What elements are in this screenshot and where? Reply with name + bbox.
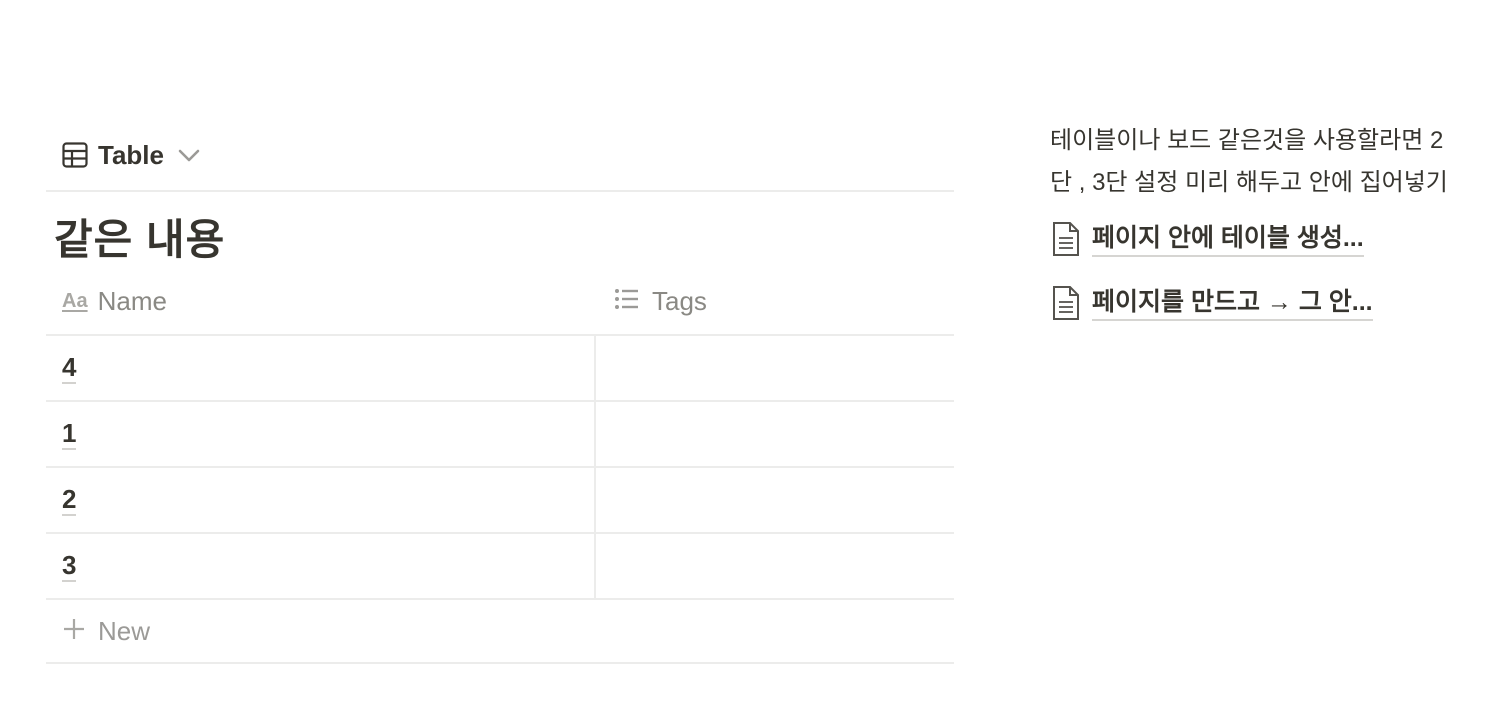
row-title[interactable]: 4: [62, 352, 77, 384]
page-link-label[interactable]: 페이지 안에 테이블 생성...: [1092, 221, 1364, 257]
view-bar: Table: [46, 120, 954, 192]
side-column: 테이블이나 보드 같은것을 사용할라면 2단 , 3단 설정 미리 해두고 안에…: [1050, 120, 1450, 332]
text-property-icon: Aa: [62, 289, 88, 312]
tags-cell[interactable]: [596, 534, 954, 598]
row-title[interactable]: 1: [62, 418, 77, 450]
table-row[interactable]: 1: [46, 402, 954, 468]
name-cell[interactable]: 4: [46, 336, 596, 400]
column-header-name[interactable]: Aa Name: [46, 286, 596, 317]
name-cell[interactable]: 3: [46, 534, 596, 598]
table-header: Aa Name Tags: [46, 268, 954, 336]
plus-icon: [62, 617, 86, 646]
page-link[interactable]: 페이지 안에 테이블 생성...: [1050, 210, 1450, 268]
table-row[interactable]: 4: [46, 336, 954, 402]
name-cell[interactable]: 1: [46, 402, 596, 466]
page-link-label[interactable]: 페이지를 만드고 → 그 안...: [1092, 285, 1373, 321]
table-row[interactable]: 2: [46, 468, 954, 534]
database-table: Table 같은 내용 Aa Name Tags 4 1 2 3 New: [46, 120, 954, 664]
page-icon: [1050, 285, 1082, 321]
tags-cell[interactable]: [596, 336, 954, 400]
page-icon: [1050, 221, 1082, 257]
database-title[interactable]: 같은 내용: [54, 212, 954, 268]
tags-cell[interactable]: [596, 468, 954, 532]
add-row-label: New: [98, 615, 151, 646]
list-icon: [614, 288, 640, 315]
name-cell[interactable]: 2: [46, 468, 596, 532]
table-icon: [62, 142, 88, 168]
chevron-down-icon[interactable]: [176, 142, 202, 168]
column-header-label: Name: [97, 285, 167, 316]
add-row-button[interactable]: New: [46, 600, 954, 664]
row-title[interactable]: 3: [62, 550, 77, 582]
tags-cell[interactable]: [596, 402, 954, 466]
table-row[interactable]: 3: [46, 534, 954, 600]
column-header-label: Tags: [652, 285, 707, 316]
note-text[interactable]: 테이블이나 보드 같은것을 사용할라면 2단 , 3단 설정 미리 해두고 안에…: [1050, 120, 1450, 204]
row-title[interactable]: 2: [62, 484, 77, 516]
column-header-tags[interactable]: Tags: [596, 286, 954, 317]
view-selector[interactable]: Table: [62, 140, 202, 171]
view-label: Table: [98, 139, 164, 170]
page-link[interactable]: 페이지를 만드고 → 그 안...: [1050, 274, 1450, 332]
